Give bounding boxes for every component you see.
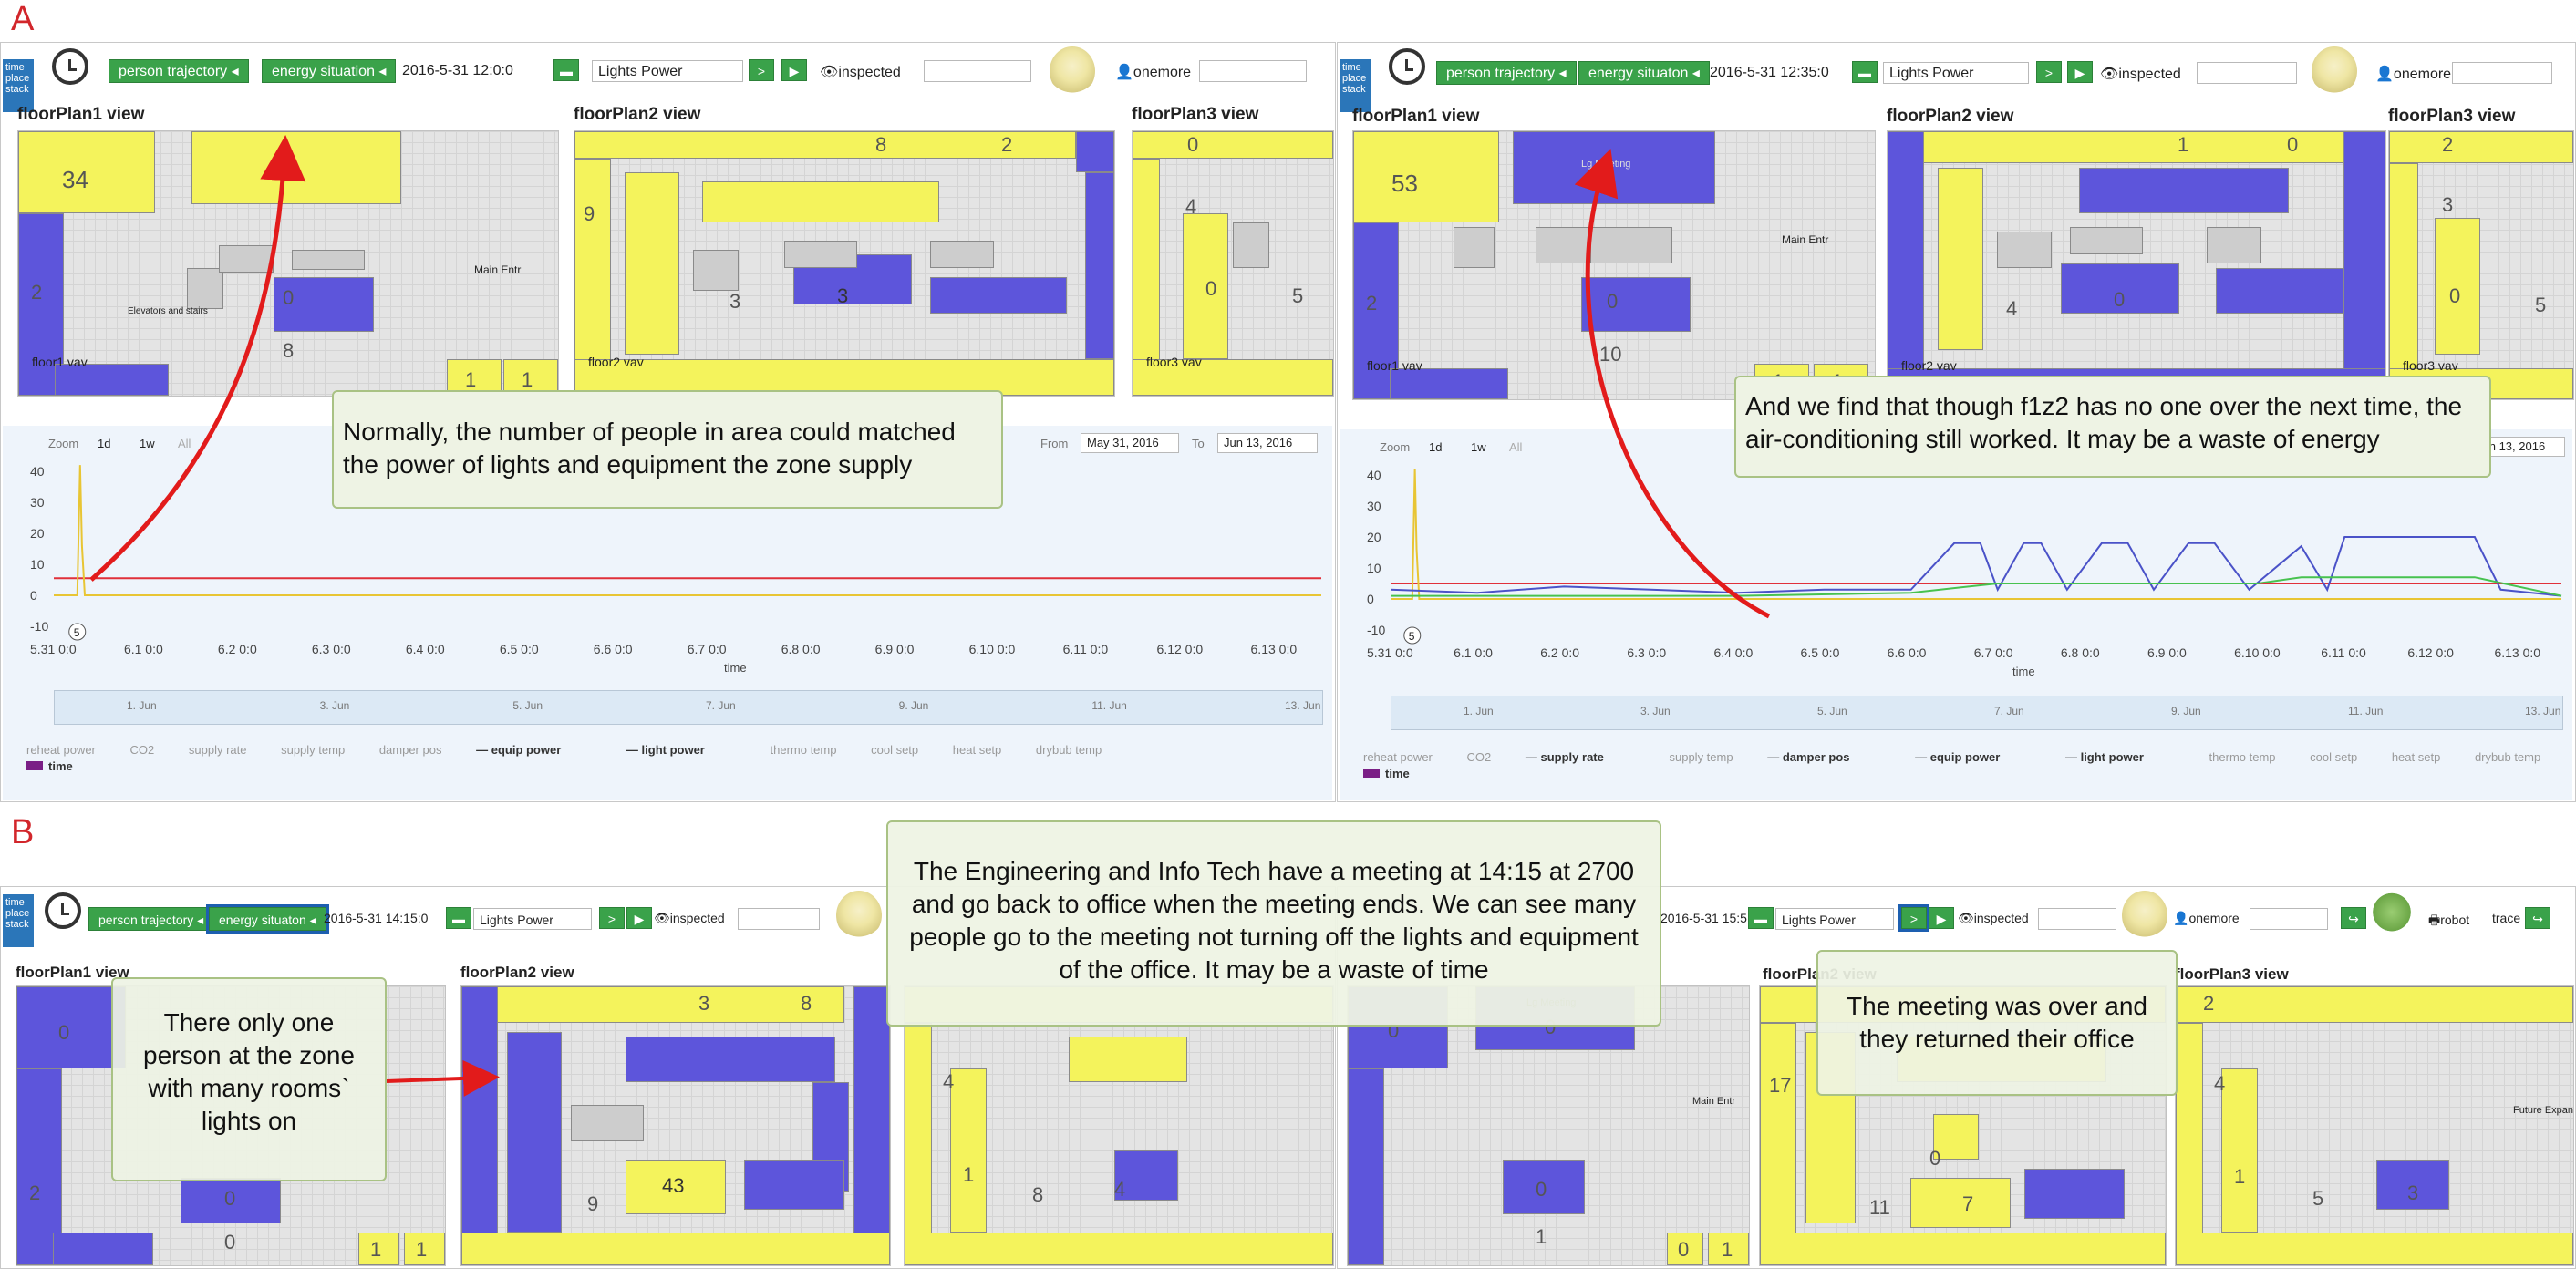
callout-a2: And we find that though f1z2 has no one … [1734, 376, 2491, 478]
arrow-b [386, 1059, 500, 1097]
arrow-a1 [89, 135, 306, 582]
callout-a1: Normally, the number of people in area c… [332, 390, 1003, 509]
callout-b-over: The meeting was over and they returned t… [1816, 950, 2178, 1096]
callout-b-meeting: The Engineering and Info Tech have a mee… [886, 820, 1661, 1027]
callout-b-one-person: There only one person at the zone with m… [111, 977, 387, 1181]
